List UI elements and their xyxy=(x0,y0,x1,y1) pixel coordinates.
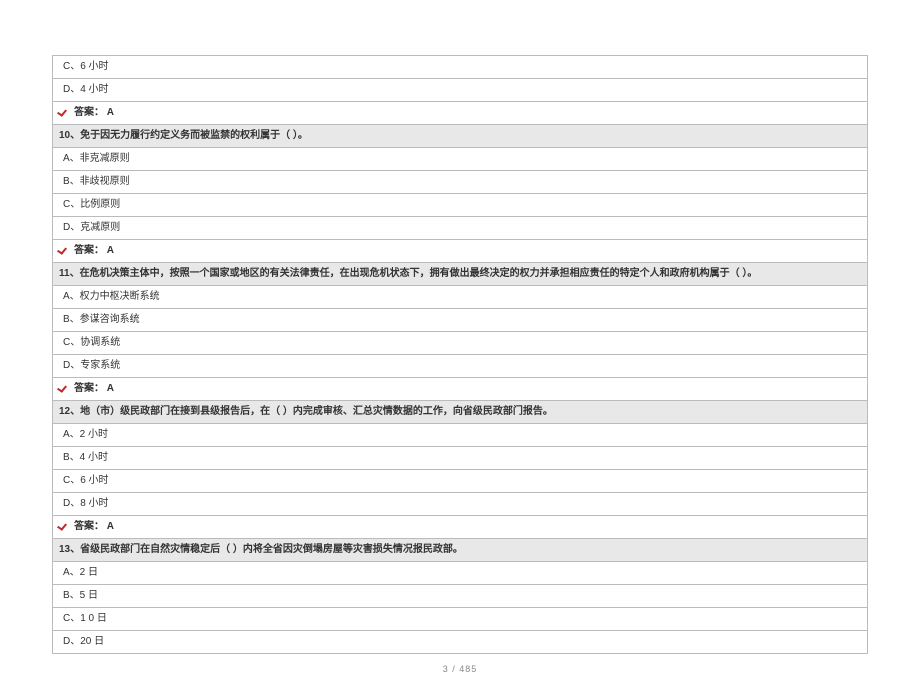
option-row: A、2 日 xyxy=(53,562,867,585)
option-text: B、4 小时 xyxy=(63,452,108,463)
option-text: D、8 小时 xyxy=(63,498,109,509)
question-text: 10、免于因无力履行约定义务而被监禁的权利属于（ ）。 xyxy=(59,130,308,141)
answer-text: 答案： A xyxy=(74,521,114,532)
option-row: A、非克减原则 xyxy=(53,148,867,171)
option-text: B、非歧视原则 xyxy=(63,176,130,187)
option-row: B、5 日 xyxy=(53,585,867,608)
answer-row: 答案： A xyxy=(53,102,867,125)
question-text: 12、地（市）级民政部门在接到县级报告后，在（ ）内完成审核、汇总灾情数据的工作… xyxy=(59,406,553,417)
question-row: 10、免于因无力履行约定义务而被监禁的权利属于（ ）。 xyxy=(53,125,867,148)
option-row: A、权力中枢决断系统 xyxy=(53,286,867,309)
option-row: B、非歧视原则 xyxy=(53,171,867,194)
option-text: C、比例原则 xyxy=(63,199,120,210)
question-table: C、6 小时 D、4 小时答案： A 10、免于因无力履行约定义务而被监禁的权利属于… xyxy=(52,55,868,654)
answer-text: 答案： A xyxy=(74,383,114,394)
answer-row: 答案： A xyxy=(53,516,867,539)
answer-row: 答案： A xyxy=(53,240,867,263)
question-row: 12、地（市）级民政部门在接到县级报告后，在（ ）内完成审核、汇总灾情数据的工作… xyxy=(53,401,867,424)
option-text: A、2 日 xyxy=(63,567,98,578)
option-text: C、1 0 日 xyxy=(63,613,107,624)
option-text: C、6 小时 xyxy=(63,61,109,72)
option-row: A、2 小时 xyxy=(53,424,867,447)
question-text: 13、省级民政部门在自然灾情稳定后（ ）内将全省因灾倒塌房屋等灾害损失情况报民政… xyxy=(59,544,463,555)
question-text: 11、在危机决策主体中，按照一个国家或地区的有关法律责任，在出现危机状态下，拥有… xyxy=(59,268,757,279)
check-icon xyxy=(59,105,71,115)
option-text: D、20 日 xyxy=(63,636,104,647)
answer-text: 答案： A xyxy=(74,245,114,256)
option-row: C、1 0 日 xyxy=(53,608,867,631)
option-row: D、4 小时 xyxy=(53,79,867,102)
option-row: B、参谋咨询系统 xyxy=(53,309,867,332)
check-icon xyxy=(59,243,71,253)
option-text: A、2 小时 xyxy=(63,429,108,440)
option-text: A、权力中枢决断系统 xyxy=(63,291,160,302)
option-text: A、非克减原则 xyxy=(63,153,130,164)
option-text: D、克减原则 xyxy=(63,222,120,233)
option-row: C、6 小时 xyxy=(53,56,867,79)
option-text: C、6 小时 xyxy=(63,475,109,486)
option-text: C、协调系统 xyxy=(63,337,120,348)
option-row: C、协调系统 xyxy=(53,332,867,355)
option-text: B、参谋咨询系统 xyxy=(63,314,140,325)
option-row: D、克减原则 xyxy=(53,217,867,240)
question-row: 11、在危机决策主体中，按照一个国家或地区的有关法律责任，在出现危机状态下，拥有… xyxy=(53,263,867,286)
check-icon xyxy=(59,381,71,391)
option-row: C、6 小时 xyxy=(53,470,867,493)
answer-text: 答案： A xyxy=(74,107,114,118)
question-row: 13、省级民政部门在自然灾情稳定后（ ）内将全省因灾倒塌房屋等灾害损失情况报民政… xyxy=(53,539,867,562)
option-row: B、4 小时 xyxy=(53,447,867,470)
check-icon xyxy=(59,519,71,529)
option-text: D、4 小时 xyxy=(63,84,109,95)
answer-row: 答案： A xyxy=(53,378,867,401)
option-row: C、比例原则 xyxy=(53,194,867,217)
option-text: D、专家系统 xyxy=(63,360,120,371)
page-footer: 3 / 485 xyxy=(52,664,868,674)
option-text: B、5 日 xyxy=(63,590,98,601)
option-row: D、8 小时 xyxy=(53,493,867,516)
option-row: D、专家系统 xyxy=(53,355,867,378)
